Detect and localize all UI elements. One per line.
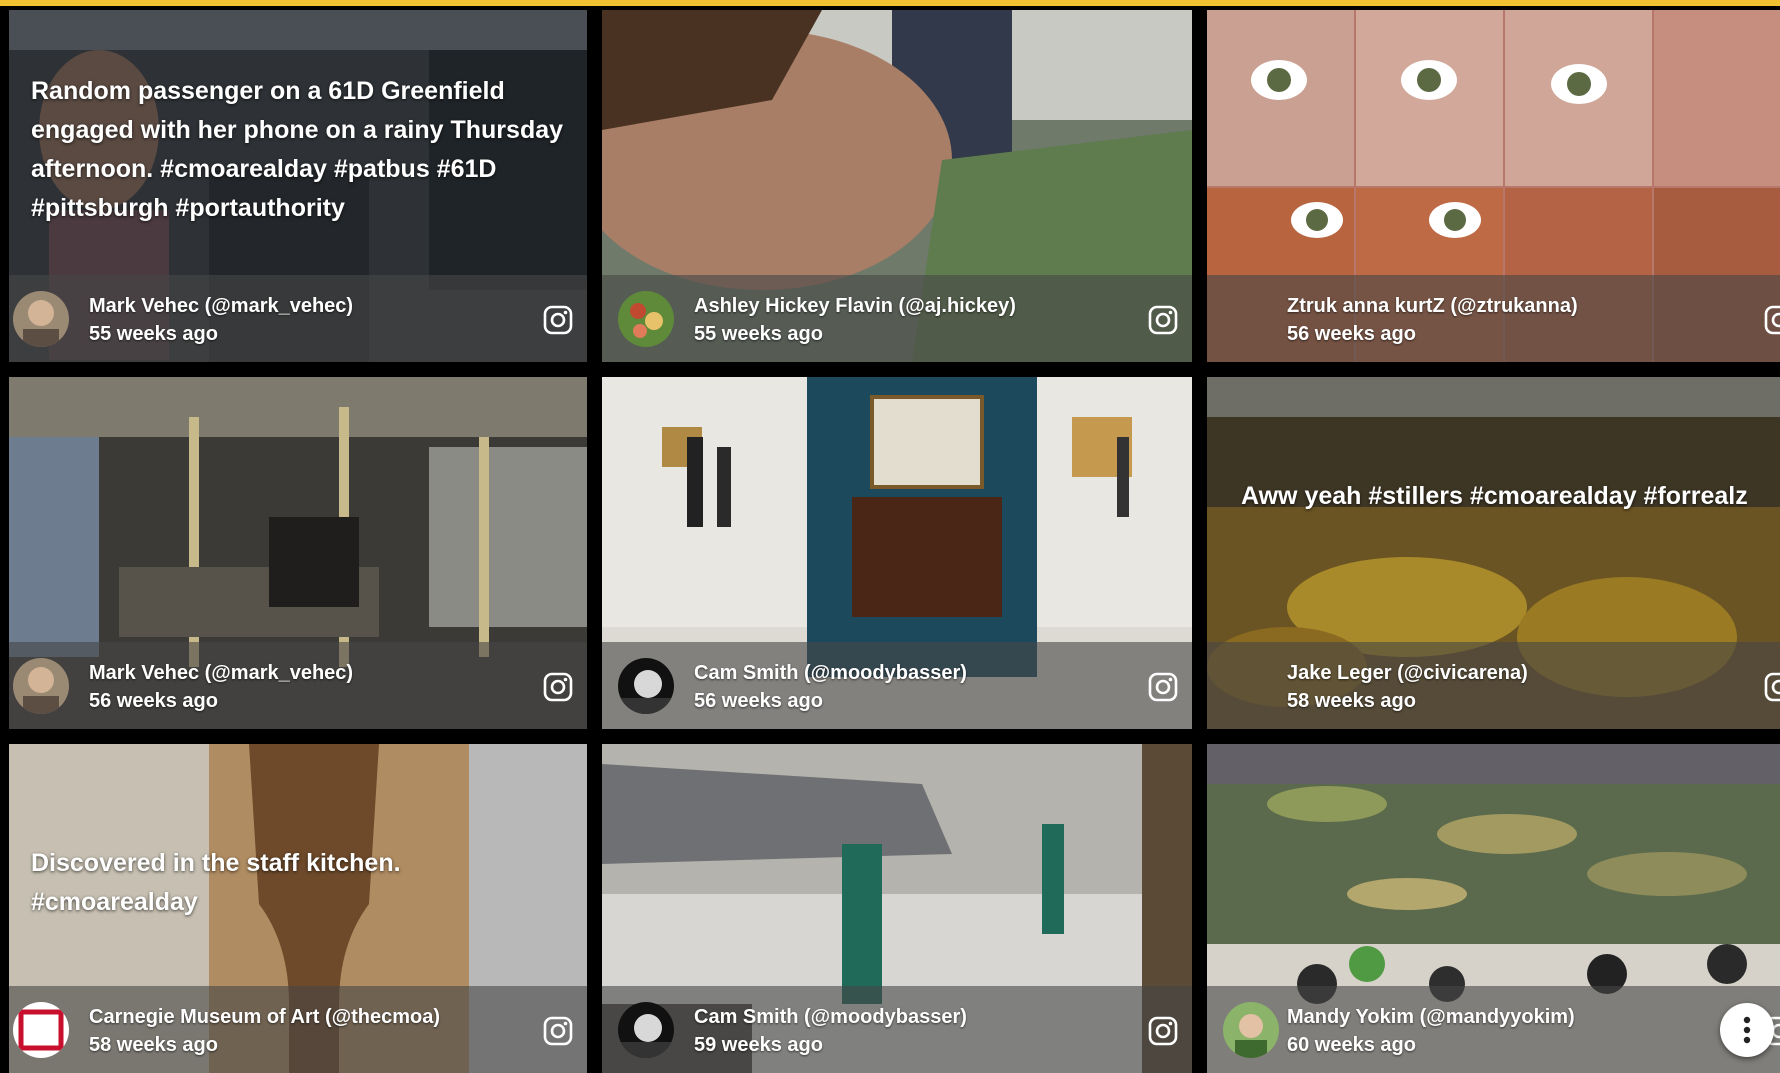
instagram-icon[interactable] [543, 672, 573, 702]
post-meta-bar: Mark Vehec (@mark_vehec) 55 weeks ago [9, 275, 587, 362]
post-caption: Discovered in the staff kitchen. #cmoare… [31, 849, 401, 916]
feed-tile[interactable]: Mark Vehec (@mark_vehec) 56 weeks ago [9, 377, 587, 729]
more-options-button[interactable] [1720, 1003, 1774, 1057]
instagram-icon[interactable] [543, 1016, 573, 1046]
post-author[interactable]: Ashley Hickey Flavin (@aj.hickey) [694, 293, 1016, 319]
avatar[interactable] [13, 291, 69, 347]
post-meta-bar: Cam Smith (@moodybasser) 59 weeks ago [602, 986, 1192, 1073]
post-meta-bar: Ashley Hickey Flavin (@aj.hickey) 55 wee… [602, 275, 1192, 362]
post-author[interactable]: Mandy Yokim (@mandyyokim) [1287, 1004, 1575, 1030]
avatar[interactable] [618, 1002, 674, 1058]
post-timestamp: 56 weeks ago [89, 690, 218, 712]
avatar[interactable] [13, 1002, 69, 1058]
instagram-icon[interactable] [1148, 672, 1178, 702]
instagram-icon[interactable] [543, 305, 573, 335]
feed-tile[interactable]: Cam Smith (@moodybasser) 59 weeks ago [602, 744, 1192, 1073]
post-meta-bar: Ztruk anna kurtZ (@ztrukanna) 56 weeks a… [1207, 275, 1780, 362]
post-timestamp: 56 weeks ago [1287, 323, 1416, 345]
instagram-icon[interactable] [1148, 305, 1178, 335]
post-author[interactable]: Mark Vehec (@mark_vehec) [89, 293, 353, 319]
post-meta-bar: Cam Smith (@moodybasser) 56 weeks ago [602, 642, 1192, 729]
post-meta-bar: Mark Vehec (@mark_vehec) 56 weeks ago [9, 642, 587, 729]
instagram-icon[interactable] [1764, 305, 1780, 335]
post-timestamp: 56 weeks ago [694, 690, 823, 712]
post-meta-bar: Jake Leger (@civicarena) 58 weeks ago [1207, 642, 1780, 729]
more-vertical-icon [1743, 1016, 1751, 1044]
post-author[interactable]: Carnegie Museum of Art (@thecmoa) [89, 1004, 440, 1030]
post-author[interactable]: Cam Smith (@moodybasser) [694, 660, 967, 686]
post-timestamp: 60 weeks ago [1287, 1034, 1416, 1056]
avatar[interactable] [13, 658, 69, 714]
post-timestamp: 58 weeks ago [1287, 690, 1416, 712]
feed-tile[interactable]: Ztruk anna kurtZ (@ztrukanna) 56 weeks a… [1207, 10, 1780, 362]
instagram-icon[interactable] [1148, 1016, 1178, 1046]
social-feed-grid: Random passenger on a 61D Greenfield eng… [0, 0, 1780, 1073]
post-timestamp: 58 weeks ago [89, 1034, 218, 1056]
post-caption: Aww yeah #stillers #cmoarealday #forreal… [1241, 482, 1748, 510]
avatar[interactable] [1223, 1002, 1279, 1058]
post-author[interactable]: Jake Leger (@civicarena) [1287, 660, 1528, 686]
avatar[interactable] [618, 291, 674, 347]
post-timestamp: 55 weeks ago [89, 323, 218, 345]
feed-tile[interactable]: Mandy Yokim (@mandyyokim) 60 weeks ago [1207, 744, 1780, 1073]
feed-tile[interactable]: Aww yeah #stillers #cmoarealday #forreal… [1207, 377, 1780, 729]
feed-tile[interactable]: Ashley Hickey Flavin (@aj.hickey) 55 wee… [602, 10, 1192, 362]
post-timestamp: 55 weeks ago [694, 323, 823, 345]
post-timestamp: 59 weeks ago [694, 1034, 823, 1056]
feed-tile[interactable]: Random passenger on a 61D Greenfield eng… [9, 10, 587, 362]
feed-tile[interactable]: Cam Smith (@moodybasser) 56 weeks ago [602, 377, 1192, 729]
post-author[interactable]: Mark Vehec (@mark_vehec) [89, 660, 353, 686]
post-author[interactable]: Ztruk anna kurtZ (@ztrukanna) [1287, 293, 1578, 319]
instagram-icon[interactable] [1764, 672, 1780, 702]
post-author[interactable]: Cam Smith (@moodybasser) [694, 1004, 967, 1030]
post-caption: Random passenger on a 61D Greenfield eng… [31, 77, 564, 222]
post-meta-bar: Mandy Yokim (@mandyyokim) 60 weeks ago [1207, 986, 1780, 1073]
feed-tile[interactable]: Discovered in the staff kitchen. #cmoare… [9, 744, 587, 1073]
avatar[interactable] [618, 658, 674, 714]
post-meta-bar: Carnegie Museum of Art (@thecmoa) 58 wee… [9, 986, 587, 1073]
